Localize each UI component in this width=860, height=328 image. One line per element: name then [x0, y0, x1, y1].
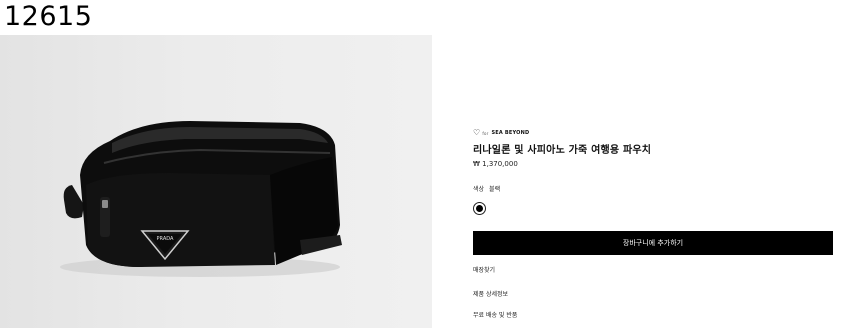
add-to-cart-button[interactable]: 장바구니에 추가하기: [473, 231, 833, 255]
pouch-illustration: PRADA: [60, 121, 342, 277]
product-title: 리나일론 및 사피아노 가죽 여행용 파우치: [473, 145, 652, 156]
color-row: 색상 블랙: [473, 184, 500, 193]
svg-text:PRADA: PRADA: [157, 236, 174, 242]
product-details-panel: ♡ for SEA BEYOND 리나일론 및 사피아노 가죽 여행용 파우치 …: [473, 128, 833, 319]
shipping-returns-link[interactable]: 무료 배송 및 반품: [473, 310, 517, 319]
product-image: PRADA: [0, 35, 432, 328]
color-value: 블랙: [489, 186, 501, 193]
find-store-link[interactable]: 매장찾기: [473, 265, 495, 274]
color-label: 색상: [473, 186, 485, 193]
heart-icon: ♡: [473, 128, 481, 137]
color-swatch-black[interactable]: [473, 202, 486, 215]
brand-prefix: for: [482, 130, 489, 136]
product-price: ₩ 1,370,000: [473, 160, 518, 168]
brand-name: SEA BEYOND: [491, 130, 530, 136]
screen-id-label: 12615: [4, 1, 93, 32]
product-details-link[interactable]: 제품 상세정보: [473, 289, 508, 298]
brand-line: ♡ for SEA BEYOND: [473, 128, 833, 138]
